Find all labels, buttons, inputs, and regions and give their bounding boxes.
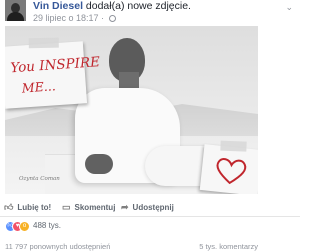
heart-icon bbox=[216, 158, 247, 185]
globe-icon bbox=[108, 15, 116, 22]
note-text-line2: ME... bbox=[21, 78, 57, 96]
tape-strip bbox=[220, 140, 247, 152]
reactions-count[interactable]: 488 tys. bbox=[33, 221, 61, 230]
like-button[interactable]: 👍︎ Lubię to! bbox=[4, 202, 51, 213]
heart-note bbox=[199, 140, 258, 194]
author-avatar[interactable] bbox=[5, 0, 26, 21]
author-name-link[interactable]: Vin Diesel bbox=[33, 0, 83, 12]
inspire-note: You INSPIRE ME... bbox=[5, 37, 100, 109]
divider bbox=[0, 216, 300, 217]
post-timestamp-link[interactable]: 29 lipiec o 18:17 · bbox=[33, 13, 104, 23]
photo-person-hand bbox=[85, 154, 113, 174]
share-arrow-icon: ➦ bbox=[121, 202, 129, 212]
post-action-text: dodał(a) nowe zdjęcie. bbox=[83, 0, 191, 12]
like-label: Lubię to! bbox=[17, 203, 52, 212]
comment-button[interactable]: ▭ Skomentuj bbox=[62, 202, 115, 213]
photo-signature: Ozynta Coman bbox=[19, 176, 60, 182]
tape-strip bbox=[28, 37, 59, 49]
post-photo[interactable]: You INSPIRE ME... Ozynta Coman bbox=[5, 26, 258, 194]
thumbs-up-icon: 👍︎ bbox=[4, 202, 14, 212]
share-button[interactable]: ➦ Udostępnij bbox=[121, 202, 174, 213]
note-text-line1: You INSPIRE bbox=[9, 54, 101, 77]
post-header: Vin Diesel dodał(a) nowe zdjęcie. bbox=[33, 0, 191, 12]
comment-bubble-icon: ▭ bbox=[62, 202, 71, 212]
post-options-chevron-icon[interactable]: ⌄ bbox=[285, 2, 293, 13]
share-label: Udostępnij bbox=[132, 203, 174, 212]
avatar-body bbox=[7, 12, 24, 21]
wow-reaction-icon: o bbox=[19, 221, 30, 232]
post-meta: 29 lipiec o 18:17 · bbox=[33, 13, 116, 23]
comment-label: Skomentuj bbox=[74, 203, 116, 212]
